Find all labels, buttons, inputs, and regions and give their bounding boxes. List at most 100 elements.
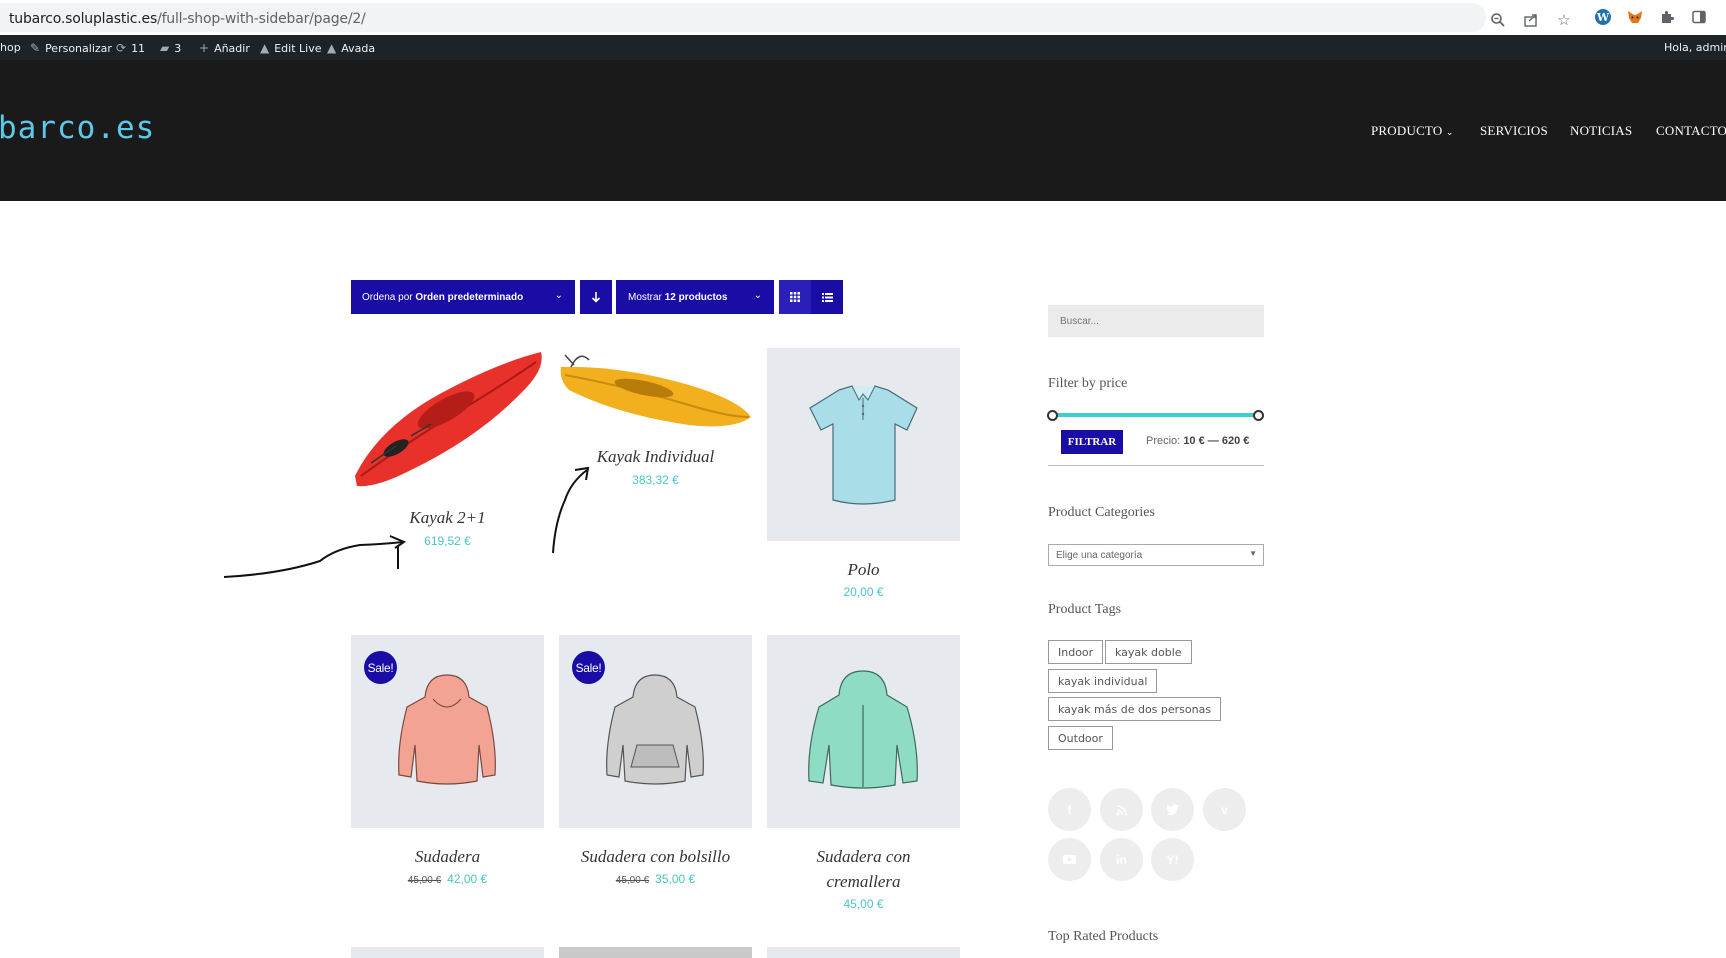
- site-header: barco.es PRODUCTO ⌄ SERVICIOS NOTICIAS C…: [0, 60, 1726, 201]
- browser-toolbar: tubarco.soluplastic.es/full-shop-with-si…: [0, 0, 1726, 35]
- category-select-value: Elige una categoría: [1056, 550, 1143, 561]
- product-name-line-2: cremallera: [826, 872, 901, 891]
- product-name-sudadera[interactable]: Sudadera: [351, 844, 544, 869]
- red-kayak-image: [355, 352, 542, 487]
- admin-shop-label: hop: [0, 41, 21, 54]
- address-bar[interactable]: tubarco.soluplastic.es/full-shop-with-si…: [0, 3, 1571, 32]
- nav-producto[interactable]: PRODUCTO ⌄: [1371, 123, 1454, 139]
- orderby-value: Orden predeterminado: [415, 291, 524, 303]
- rss-icon[interactable]: [1100, 788, 1143, 831]
- admin-avada-link[interactable]: ▲ Avada: [327, 41, 375, 55]
- metamask-extension-icon[interactable]: [1624, 6, 1646, 28]
- price-slider-max-handle[interactable]: [1253, 410, 1264, 421]
- product-price-polo: 20,00 €: [843, 585, 884, 599]
- product-price-kayak-individual: 383,32 €: [632, 473, 679, 487]
- nav-servicios[interactable]: SERVICIOS: [1480, 123, 1548, 139]
- admin-avada-label: Avada: [341, 41, 376, 55]
- product-price-sudadera-con-cremallera: 45,00 €: [843, 897, 884, 911]
- admin-new-link[interactable]: + Añadir: [199, 41, 250, 55]
- linkedin-icon[interactable]: in: [1100, 838, 1143, 881]
- product-name-sudadera-con-bolsillo[interactable]: Sudadera con bolsillo: [559, 844, 752, 869]
- nav-producto-label: PRODUCTO: [1371, 123, 1443, 138]
- tag-kayak-individual[interactable]: kayak individual: [1048, 669, 1158, 693]
- admin-updates-link[interactable]: ⟳ 11: [116, 41, 145, 55]
- product-price-sudadera: 45,00 € 42,00 €: [351, 872, 544, 886]
- twitter-icon[interactable]: [1151, 788, 1194, 831]
- product-image-next-3[interactable]: [767, 947, 960, 958]
- url-host: tubarco.soluplastic.es: [9, 11, 158, 27]
- product-price-kayak-2-1: 619,52 €: [424, 534, 471, 548]
- top-rated-products-title: Top Rated Products: [1048, 929, 1159, 944]
- search-input[interactable]: [1048, 305, 1264, 337]
- product-name-sudadera-con-cremallera[interactable]: Sudadera con cremallera: [767, 844, 960, 894]
- site-logo[interactable]: barco.es: [0, 110, 155, 146]
- extensions-puzzle-icon[interactable]: [1656, 6, 1678, 28]
- admin-edit-live-link[interactable]: ▲ Edit Live: [260, 41, 322, 55]
- share-icon[interactable]: [1520, 9, 1542, 31]
- category-select[interactable]: Elige una categoría ▼: [1048, 544, 1264, 566]
- product-tags-title: Product Tags: [1048, 602, 1122, 617]
- brush-icon: ✎: [30, 41, 41, 55]
- per-page-value: 12 productos: [664, 291, 728, 303]
- sort-direction-button[interactable]: [580, 280, 612, 314]
- youtube-icon[interactable]: [1048, 838, 1091, 881]
- nav-noticias[interactable]: NOTICIAS: [1570, 123, 1632, 139]
- green-zip-hoodie-image: [808, 670, 918, 789]
- yellow-kayak-image: [560, 354, 751, 427]
- wp-admin-bar: hop ✎ Personalizar ⟳ 11 ▰ 3 + Añadir ▲ Edit L…: [0, 35, 1726, 60]
- url-text[interactable]: tubarco.soluplastic.es/full-shop-with-si…: [9, 11, 366, 27]
- caret-down-icon: ▼: [1249, 549, 1257, 558]
- product-name-polo[interactable]: Polo: [767, 557, 960, 582]
- filter-by-price-title: Filter by price: [1048, 376, 1128, 391]
- product-image-next-1[interactable]: [351, 947, 544, 958]
- admin-comments-link[interactable]: ▰ 3: [160, 41, 181, 55]
- chevron-down-icon: ⌄: [554, 290, 563, 301]
- admin-customize-label: Personalizar: [45, 41, 112, 55]
- product-image-next-2[interactable]: [559, 947, 752, 958]
- admin-greeting: Hola, admin: [1664, 41, 1726, 54]
- vimeo-icon[interactable]: v: [1203, 788, 1246, 831]
- sale-badge: Sale!: [572, 651, 605, 684]
- price-range-value: 10 € — 620 €: [1183, 435, 1250, 447]
- product-image-sudadera-con-cremallera[interactable]: [767, 635, 960, 828]
- tag-kayak-mas-de-dos-personas[interactable]: kayak más de dos personas: [1048, 697, 1222, 721]
- yahoo-icon[interactable]: Y!: [1151, 838, 1194, 881]
- orderby-prefix: Ordena por: [362, 291, 413, 303]
- avada-icon: ▲: [260, 41, 270, 55]
- orderby-label: Ordena por Orden predeterminado: [351, 292, 523, 303]
- tag-indoor[interactable]: Indoor: [1048, 640, 1104, 664]
- price-slider-range[interactable]: [1052, 413, 1258, 417]
- nav-contacto[interactable]: CONTACTO: [1656, 123, 1726, 139]
- tag-outdoor[interactable]: Outdoor: [1048, 726, 1113, 750]
- bookmark-star-icon[interactable]: ☆: [1553, 9, 1575, 31]
- updates-icon: ⟳: [116, 41, 127, 55]
- admin-new-label: Añadir: [214, 41, 250, 55]
- product-name-kayak-2-1[interactable]: Kayak 2+1: [351, 505, 544, 530]
- admin-shop-link[interactable]: hop: [0, 41, 21, 54]
- plus-icon: +: [199, 41, 210, 55]
- product-image-polo[interactable]: [767, 348, 960, 541]
- zoom-icon[interactable]: [1487, 9, 1509, 31]
- grid-view-button[interactable]: [779, 280, 811, 314]
- admin-account-link[interactable]: Hola, admin: [1664, 41, 1726, 54]
- side-panel-icon[interactable]: [1688, 6, 1710, 28]
- price-slider-min-handle[interactable]: [1047, 410, 1058, 421]
- orderby-dropdown[interactable]: Ordena por Orden predeterminado ⌄: [351, 280, 575, 314]
- svg-text:W: W: [1596, 11, 1610, 24]
- price-range-text: Precio: 10 € — 620 €: [1146, 435, 1249, 447]
- grid-icon: [790, 292, 800, 302]
- product-name-kayak-individual[interactable]: Kayak Individual: [559, 444, 752, 469]
- tag-kayak-doble[interactable]: kayak doble: [1105, 640, 1192, 664]
- sale-price: 42,00 €: [447, 872, 488, 886]
- filter-button[interactable]: FILTRAR: [1061, 430, 1123, 454]
- per-page-dropdown[interactable]: Mostrar 12 productos ⌄: [616, 280, 774, 314]
- admin-customize-link[interactable]: ✎ Personalizar: [30, 41, 112, 55]
- old-price: 45,00 €: [615, 875, 650, 886]
- sale-badge: Sale!: [364, 651, 397, 684]
- facebook-icon[interactable]: f: [1048, 788, 1091, 831]
- wordpress-extension-icon[interactable]: W: [1592, 6, 1614, 28]
- list-view-button[interactable]: [811, 280, 843, 314]
- chevron-down-icon: ⌄: [753, 290, 762, 301]
- old-price: 45,00 €: [407, 875, 442, 886]
- admin-comments-count: 3: [174, 41, 182, 55]
